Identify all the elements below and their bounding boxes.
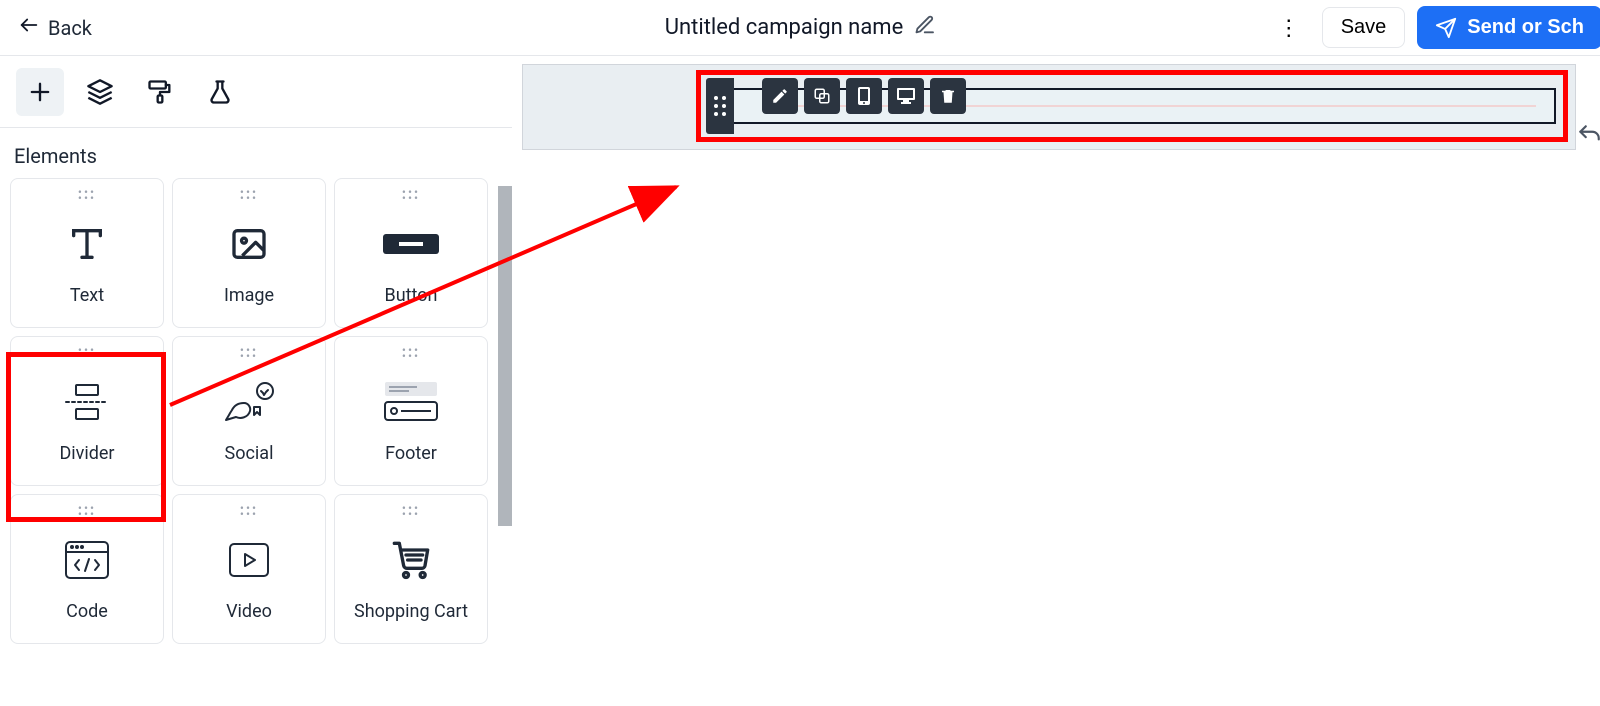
element-label: Code <box>66 601 108 622</box>
element-footer[interactable]: •••••• Footer <box>334 336 488 486</box>
tab-test[interactable] <box>196 68 244 116</box>
back-button[interactable]: Back <box>8 8 102 47</box>
grip-icon: •••••• <box>240 189 258 201</box>
element-social[interactable]: •••••• Social <box>172 336 326 486</box>
grip-icon: •••••• <box>240 347 258 359</box>
grip-icon: •••••• <box>402 505 420 517</box>
element-label: Social <box>225 443 274 464</box>
video-icon <box>227 535 271 585</box>
annotation-highlight-block <box>696 70 1568 142</box>
element-label: Shopping Cart <box>354 601 468 622</box>
canvas-area[interactable] <box>512 56 1600 706</box>
elements-heading: Elements <box>0 128 512 178</box>
element-label: Footer <box>385 443 437 464</box>
grip-icon: •••••• <box>78 347 96 359</box>
element-video[interactable]: •••••• Video <box>172 494 326 644</box>
layers-icon <box>86 78 114 106</box>
code-icon <box>63 535 111 585</box>
arrow-left-icon <box>18 14 40 41</box>
kebab-icon: ⋮ <box>1278 15 1300 40</box>
send-icon <box>1435 17 1457 39</box>
topbar: Back Untitled campaign name ⋮ Save Send … <box>0 0 1600 56</box>
social-icon <box>221 377 277 427</box>
topbar-actions: ⋮ Save Send or Sch <box>1268 6 1592 49</box>
elements-grid: •••••• Text •••••• Image •••••• <box>0 178 512 664</box>
element-label: Button <box>385 285 438 306</box>
tab-layers[interactable] <box>76 68 124 116</box>
element-label: Image <box>224 285 274 306</box>
element-code[interactable]: •••••• Code <box>10 494 164 644</box>
elements-panel: Elements •••••• Text •••••• Image <box>0 128 512 706</box>
element-label: Video <box>226 601 272 622</box>
grip-icon: •••••• <box>78 505 96 517</box>
undo-button[interactable] <box>1576 122 1600 152</box>
undo-icon <box>1576 133 1600 152</box>
image-icon <box>227 219 271 269</box>
element-shopping-cart[interactable]: •••••• Shopping Cart <box>334 494 488 644</box>
flask-icon <box>206 78 234 106</box>
back-label: Back <box>48 16 92 40</box>
canvas-row <box>522 64 1576 150</box>
scrollbar-thumb[interactable] <box>498 186 512 526</box>
send-or-schedule-button[interactable]: Send or Sch <box>1417 6 1600 49</box>
element-label: Divider <box>59 443 114 464</box>
element-button[interactable]: •••••• Button <box>334 178 488 328</box>
paint-roller-icon <box>146 78 174 106</box>
grip-icon: •••••• <box>402 189 420 201</box>
button-icon <box>381 219 441 269</box>
tool-tabs <box>0 56 512 128</box>
pencil-icon[interactable] <box>913 14 935 41</box>
element-image[interactable]: •••••• Image <box>172 178 326 328</box>
divider-icon <box>64 377 110 427</box>
grip-icon: •••••• <box>240 505 258 517</box>
tab-theme[interactable] <box>136 68 184 116</box>
plus-icon <box>26 78 54 106</box>
element-text[interactable]: •••••• Text <box>10 178 164 328</box>
grip-icon: •••••• <box>78 189 96 201</box>
save-button[interactable]: Save <box>1322 7 1406 48</box>
campaign-title-group: Untitled campaign name <box>665 14 936 41</box>
footer-icon <box>381 377 441 427</box>
element-divider[interactable]: •••••• Divider <box>10 336 164 486</box>
campaign-title: Untitled campaign name <box>665 15 904 40</box>
more-button[interactable]: ⋮ <box>1268 9 1310 47</box>
body-row: Elements •••••• Text •••••• Image <box>0 56 1600 706</box>
tab-add[interactable] <box>16 68 64 116</box>
grip-icon: •••••• <box>402 347 420 359</box>
cart-icon <box>389 535 433 585</box>
text-icon <box>67 219 107 269</box>
send-label: Send or Sch <box>1467 16 1584 39</box>
left-panel: Elements •••••• Text •••••• Image <box>0 56 512 706</box>
element-label: Text <box>70 285 104 306</box>
